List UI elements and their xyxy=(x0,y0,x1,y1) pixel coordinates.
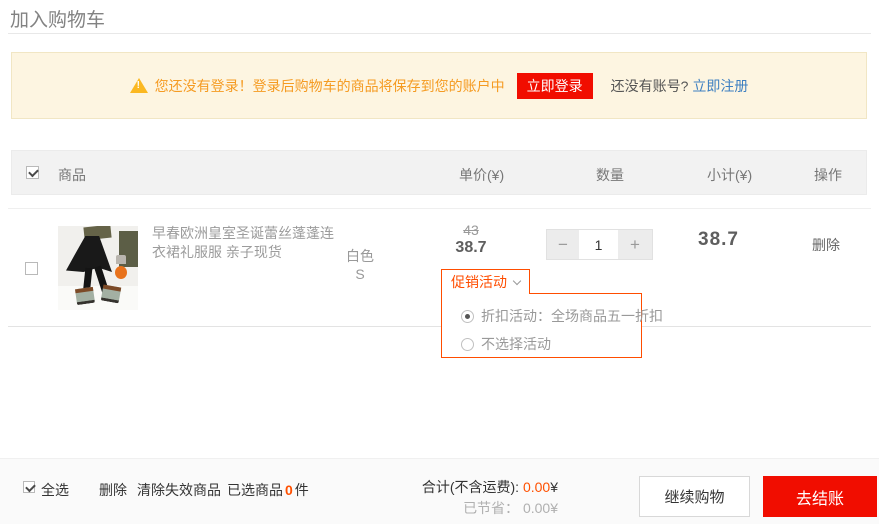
header-subtotal: 小计(¥) xyxy=(707,165,752,185)
image-tutu-skirt xyxy=(66,236,112,272)
header-product: 商品 xyxy=(58,165,86,185)
saved-line: 已节省： 0.00¥ xyxy=(380,498,558,519)
page-title: 加入购物车 xyxy=(10,5,105,32)
image-lamp xyxy=(115,266,127,279)
product-image[interactable] xyxy=(58,226,138,310)
login-warning-banner: 您还没有登录！登录后购物车的商品将保存到您的账户中 立即登录 还没有账号? 立即… xyxy=(11,52,867,119)
quantity-minus-button[interactable]: − xyxy=(547,230,579,259)
product-color: 白色 xyxy=(330,247,390,265)
product-size: S xyxy=(330,265,390,283)
current-price: 38.7 xyxy=(440,239,502,257)
selected-count: 0 xyxy=(283,482,295,498)
continue-shopping-button[interactable]: 继续购物 xyxy=(639,476,750,517)
promo-option-label: 不选择活动 xyxy=(481,334,551,354)
product-variant: 白色 S xyxy=(330,247,390,283)
saved-label: 已节省： xyxy=(463,500,523,516)
cart-footer-bar: 全选 删除 清除失效商品 已选商品0件 合计(不含运费): 0.00¥ 已节省：… xyxy=(0,458,879,524)
radio-icon[interactable] xyxy=(461,338,474,351)
product-title[interactable]: 早春欧洲皇室圣诞蕾丝蓬蓬连衣裙礼服服 亲子现货 xyxy=(152,224,342,262)
select-all-footer-checkbox[interactable] xyxy=(23,481,35,493)
selected-count-text: 已选商品0件 xyxy=(227,480,309,500)
footer-delete-link[interactable]: 删除 xyxy=(99,480,127,500)
unit-price-cell: 43 38.7 xyxy=(440,222,502,257)
promotion-dropdown-toggle[interactable]: 促销活动 xyxy=(441,269,530,294)
item-checkbox[interactable] xyxy=(25,262,38,275)
promo-option-label: 折扣活动：全场商品五一折扣 xyxy=(481,306,663,326)
saved-value: 0.00¥ xyxy=(523,500,558,516)
total-currency: ¥ xyxy=(550,479,558,495)
total-line: 合计(不含运费): 0.00¥ xyxy=(380,477,558,498)
header-action: 操作 xyxy=(814,165,842,185)
image-boot xyxy=(75,287,95,305)
header-unit-price: 单价(¥) xyxy=(459,165,504,185)
login-warning-text: 您还没有登录！登录后购物车的商品将保存到您的账户中 xyxy=(155,76,505,96)
header-quantity: 数量 xyxy=(596,165,624,185)
title-divider xyxy=(8,33,871,34)
total-value: 0.00 xyxy=(523,479,550,495)
original-price: 43 xyxy=(440,222,502,238)
subtotal-value: 38.7 xyxy=(698,229,739,251)
totals-block: 合计(不含运费): 0.00¥ 已节省： 0.00¥ xyxy=(380,477,558,519)
radio-icon[interactable] xyxy=(461,310,474,323)
promo-option-1[interactable]: 不选择活动 xyxy=(454,334,641,354)
promo-option-0[interactable]: 折扣活动：全场商品五一折扣 xyxy=(454,306,641,326)
shopping-cart-page: 加入购物车 您还没有登录！登录后购物车的商品将保存到您的账户中 立即登录 还没有… xyxy=(0,0,879,524)
checkout-button[interactable]: 去结账 xyxy=(763,476,877,517)
image-floor xyxy=(58,286,138,310)
select-all-header-checkbox[interactable] xyxy=(26,166,39,179)
promotion-dropdown-panel: 折扣活动：全场商品五一折扣 不选择活动 xyxy=(441,293,642,358)
cart-item-row: 早春欧洲皇室圣诞蕾丝蓬蓬连衣裙礼服服 亲子现货 白色 S 43 38.7 − +… xyxy=(8,208,871,327)
select-all-label[interactable]: 全选 xyxy=(41,480,69,500)
promotion-label: 促销活动 xyxy=(451,272,507,292)
quantity-input[interactable] xyxy=(579,230,618,259)
selected-prefix: 已选商品 xyxy=(227,482,283,498)
register-now-link[interactable]: 立即注册 xyxy=(692,76,748,96)
image-boot xyxy=(101,285,122,304)
delete-item-link[interactable]: 删除 xyxy=(812,235,840,255)
chevron-down-icon xyxy=(513,276,521,284)
login-now-button[interactable]: 立即登录 xyxy=(517,73,593,99)
total-label: 合计(不含运费): xyxy=(422,479,523,495)
cart-table-header: 商品 单价(¥) 数量 小计(¥) 操作 xyxy=(11,150,867,195)
quantity-plus-button[interactable]: + xyxy=(618,230,652,259)
clear-invalid-link[interactable]: 清除失效商品 xyxy=(137,480,221,500)
no-account-text: 还没有账号? xyxy=(611,76,689,96)
quantity-stepper: − + xyxy=(546,229,653,260)
warning-icon xyxy=(130,78,148,93)
image-lamp-shade xyxy=(116,255,126,264)
selected-suffix: 件 xyxy=(295,482,309,498)
